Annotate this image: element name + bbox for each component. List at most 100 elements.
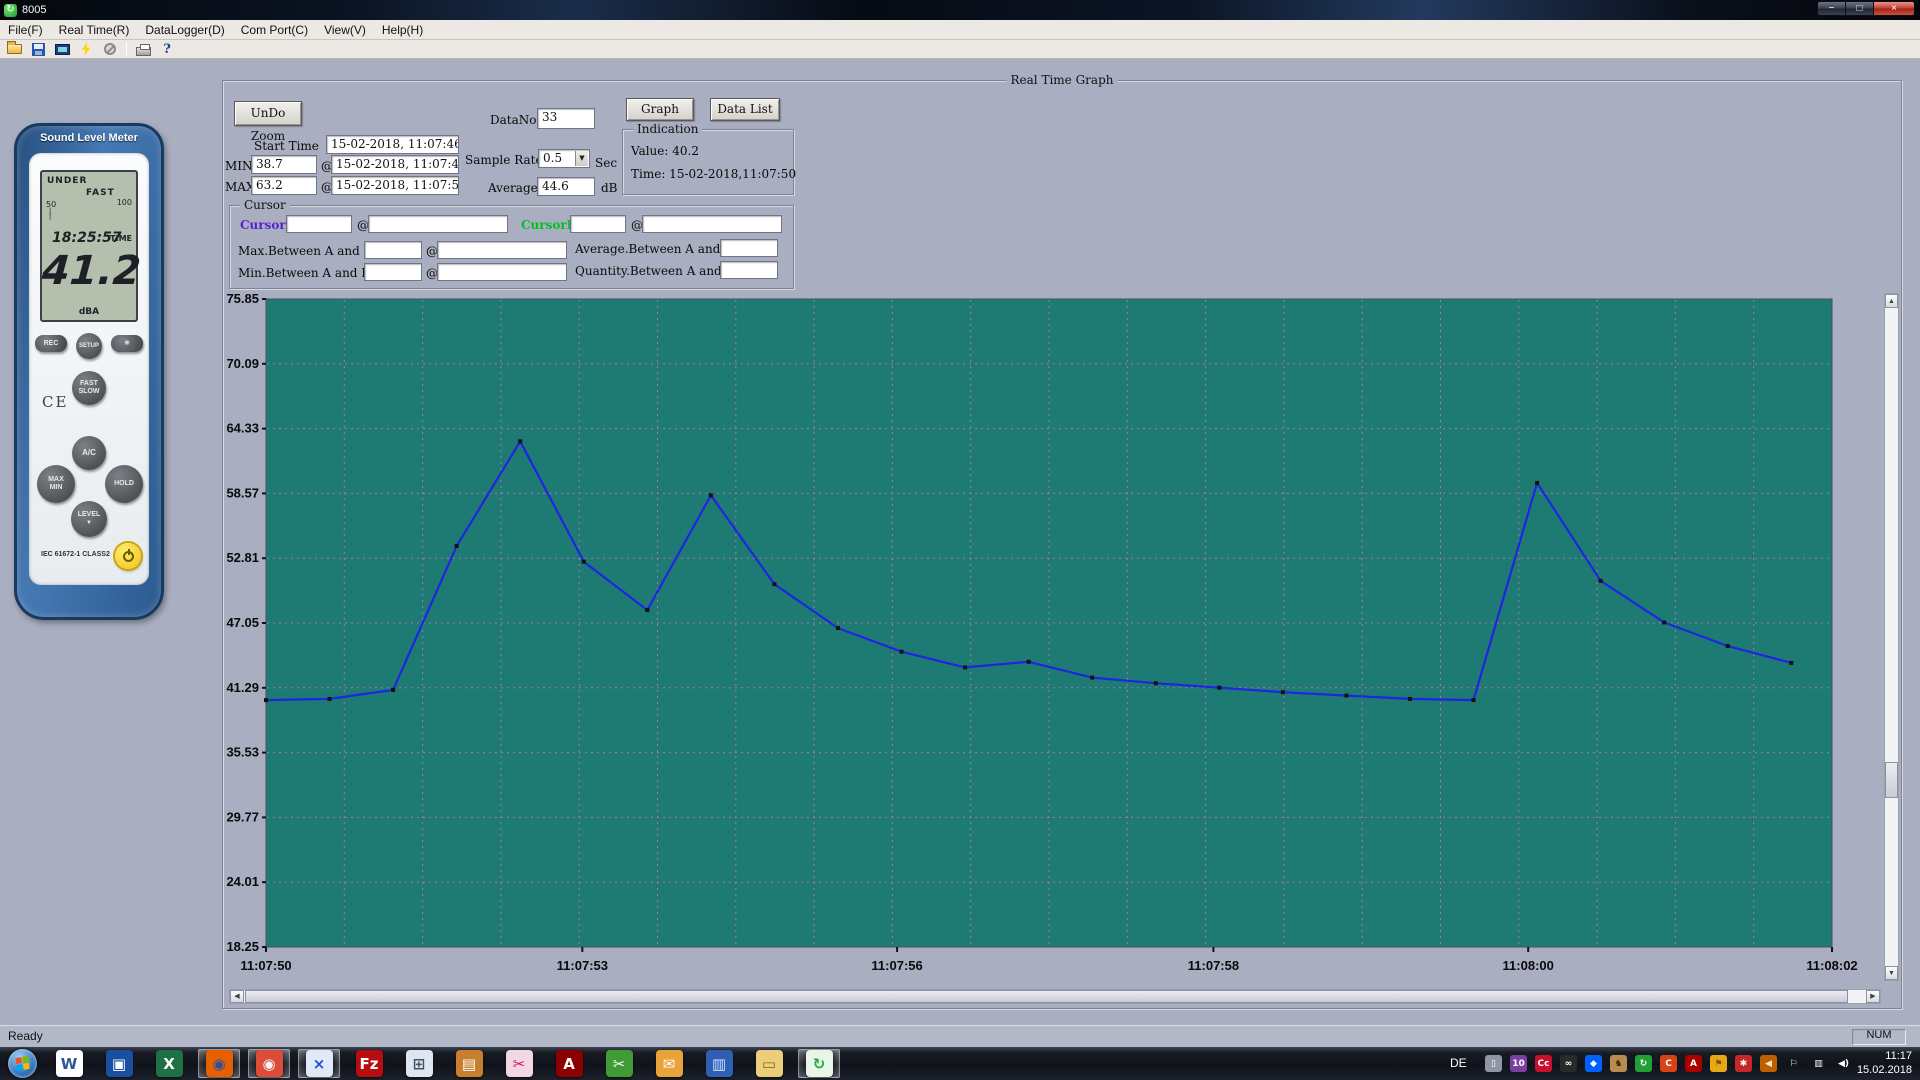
disconnect-icon[interactable] [100,41,120,57]
chrome-icon[interactable]: ◉ [248,1049,290,1078]
maximize-button[interactable]: □ [1845,1,1873,16]
max-between-time-field[interactable] [437,241,567,259]
lcd-under: UNDER [47,176,88,186]
speaker-icon[interactable]: ◀) [1835,1055,1852,1072]
real-time-chart[interactable]: 75.85 70.09 64.33 58.57 52.81 47.05 41.29 35.53… [226,291,1876,991]
qty-between-field[interactable] [720,261,778,279]
ac-weighting-button[interactable]: A/C [72,436,106,470]
firefox-icon[interactable]: ◉ [198,1049,240,1078]
cursor-a-value-field[interactable] [286,215,352,233]
datano-field[interactable]: 33 [537,108,595,129]
power-button[interactable] [115,543,141,569]
creative-cloud-icon[interactable]: ∞ [1560,1055,1577,1072]
scroll-right-arrow[interactable]: ▶ [1866,990,1880,1003]
sample-rate-combo[interactable]: 0.5 ▼ [538,149,590,168]
data-list-button[interactable]: Data List [710,98,780,121]
max-value-field[interactable]: 63.2 [251,176,317,195]
print-icon[interactable] [133,41,153,57]
close-button[interactable]: × [1873,1,1915,16]
fast-slow-button[interactable]: FAST SLOW [72,371,106,405]
undo-zoom-button[interactable]: UnDo Zoom [234,101,302,143]
horizontal-scrollbar[interactable]: ◀ ▶ [229,989,1881,1004]
min-time-field[interactable]: 15-02-2018, 11:07:46 [331,155,459,174]
cursor-a-time-field[interactable] [368,215,508,233]
volume-mixer-icon[interactable]: ◀ [1760,1055,1777,1072]
menu-item-com-port[interactable]: Com Port(C) [233,21,316,39]
calculator-icon[interactable]: ⊞ [398,1049,440,1078]
excel-icon[interactable]: X [148,1049,190,1078]
remote-pc-icon[interactable]: ▥ [698,1049,740,1078]
win10-icon[interactable]: 10 [1510,1055,1527,1072]
recycle-app-icon[interactable]: ↻ [798,1049,840,1078]
max-between-field[interactable] [364,241,422,259]
backup-icon[interactable]: ⚑ [1710,1055,1727,1072]
open-file-icon[interactable] [4,41,24,57]
rec-button[interactable]: REC [35,335,67,352]
setup-button[interactable]: SETUP [76,333,102,359]
word-icon[interactable]: W [48,1049,90,1078]
moviemaker-icon[interactable]: ▤ [448,1049,490,1078]
meter-app-icon[interactable]: × [298,1049,340,1078]
action-center-icon[interactable]: ⚐ [1785,1055,1802,1072]
scroll-up-arrow[interactable]: ▲ [1885,294,1898,308]
cursor-b-value-field[interactable] [570,215,626,233]
ccleaner-icon[interactable]: C [1660,1055,1677,1072]
cursor-b-time-field[interactable] [642,215,782,233]
remote-pc-icon-glyph: ▥ [705,1050,733,1077]
language-indicator[interactable]: DE [1450,1056,1467,1070]
adobe-cc-icon[interactable]: Cc [1535,1055,1552,1072]
mailbird-icon[interactable]: ♞ [1610,1055,1627,1072]
start-button[interactable] [8,1049,37,1078]
menu-item-help[interactable]: Help(H) [374,21,431,39]
hold-button[interactable]: HOLD [105,465,143,503]
taskbar-clock[interactable]: 11:17 15.02.2018 [1857,1049,1912,1077]
datano-label: DataNo. [490,113,541,127]
vertical-scroll-thumb[interactable] [1885,762,1898,798]
snipping-icon[interactable]: ✂ [498,1049,540,1078]
menu-item-file[interactable]: File(F) [0,21,51,39]
windows-flag-icon [15,1055,30,1072]
combo-dropdown-arrow[interactable]: ▼ [575,151,588,166]
max-time-field[interactable]: 15-02-2018, 11:07:52 [331,176,459,195]
acrobat-icon[interactable]: A [548,1049,590,1078]
average-field[interactable]: 44.6 [537,177,595,196]
firefox-icon-glyph: ◉ [205,1050,233,1077]
horizontal-scroll-thumb[interactable] [245,990,1848,1003]
min-between-field[interactable] [364,263,422,281]
sync-icon[interactable]: ↻ [1635,1055,1652,1072]
graph-button[interactable]: Graph [626,98,694,121]
menu-item-real-time[interactable]: Real Time(R) [51,21,138,39]
network-icon[interactable]: ▥ [1810,1055,1827,1072]
scroll-down-arrow[interactable]: ▼ [1885,966,1898,980]
x-tick-label: 11:07:53 [557,958,608,973]
avg-between-field[interactable] [720,239,778,257]
connect-lightning-icon[interactable] [76,41,96,57]
dropbox-icon[interactable]: ◆ [1585,1055,1602,1072]
level-button[interactable]: LEVEL ▼ [71,501,107,537]
usb-icon[interactable]: ▯ [1485,1055,1502,1072]
max-min-button[interactable]: MAX MIN [37,465,75,503]
save-icon[interactable] [28,41,48,57]
alert-icon[interactable]: ✱ [1735,1055,1752,1072]
min-between-time-field[interactable] [437,263,567,281]
explorer-icon[interactable]: ▭ [748,1049,790,1078]
scroll-left-arrow[interactable]: ◀ [230,990,244,1003]
greenshot-icon[interactable]: ✂ [598,1049,640,1078]
db-label: dB [601,181,618,195]
device-cert-label: IEC 61672-1 CLASS2 [41,551,110,558]
help-icon[interactable]: ? [157,41,177,57]
export-screen-icon[interactable] [52,41,72,57]
menu-item-view[interactable]: View(V) [316,21,374,39]
outlook-icon[interactable]: ✉ [648,1049,690,1078]
backlight-button[interactable]: ☀ [111,335,143,352]
windvd-icon[interactable]: ▣ [98,1049,140,1078]
y-tick-label: 18.25 [226,939,259,954]
min-value-field[interactable]: 38.7 [251,155,317,174]
vertical-scrollbar[interactable]: ▲ ▼ [1884,293,1899,981]
acrobat-icon-glyph: A [555,1050,583,1077]
menu-item-datalogger[interactable]: DataLogger(D) [137,21,232,39]
filezilla-icon[interactable]: Fz [348,1049,390,1078]
start-time-field[interactable]: 15-02-2018, 11:07:46 [326,135,459,154]
minimize-button[interactable]: − [1817,1,1845,16]
acrobat-tray-icon[interactable]: A [1685,1055,1702,1072]
